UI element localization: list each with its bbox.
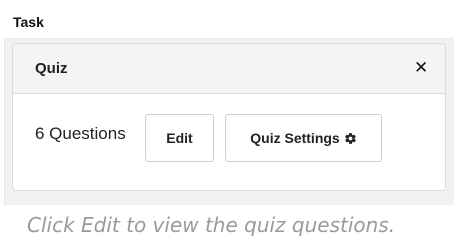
question-count: 6 Questions xyxy=(35,124,126,143)
close-icon[interactable]: ✕ xyxy=(414,59,428,76)
quiz-title: Quiz xyxy=(35,60,68,77)
quiz-card: Quiz ✕ 6 Questions Edit Quiz Settings xyxy=(12,43,446,191)
edit-button-label: Edit xyxy=(166,130,193,146)
quiz-settings-label: Quiz Settings xyxy=(250,130,340,146)
task-panel: Task Quiz ✕ 6 Questions Edit Quiz Settin… xyxy=(0,0,454,248)
hint-text: Click Edit to view the quiz questions. xyxy=(27,213,396,237)
quiz-card-body: 6 Questions Edit Quiz Settings xyxy=(13,94,445,190)
quiz-settings-button[interactable]: Quiz Settings xyxy=(225,114,382,162)
quiz-card-header: Quiz ✕ xyxy=(13,44,445,94)
gear-icon xyxy=(344,132,356,144)
edit-button[interactable]: Edit xyxy=(145,114,214,162)
section-label: Task xyxy=(13,14,44,30)
